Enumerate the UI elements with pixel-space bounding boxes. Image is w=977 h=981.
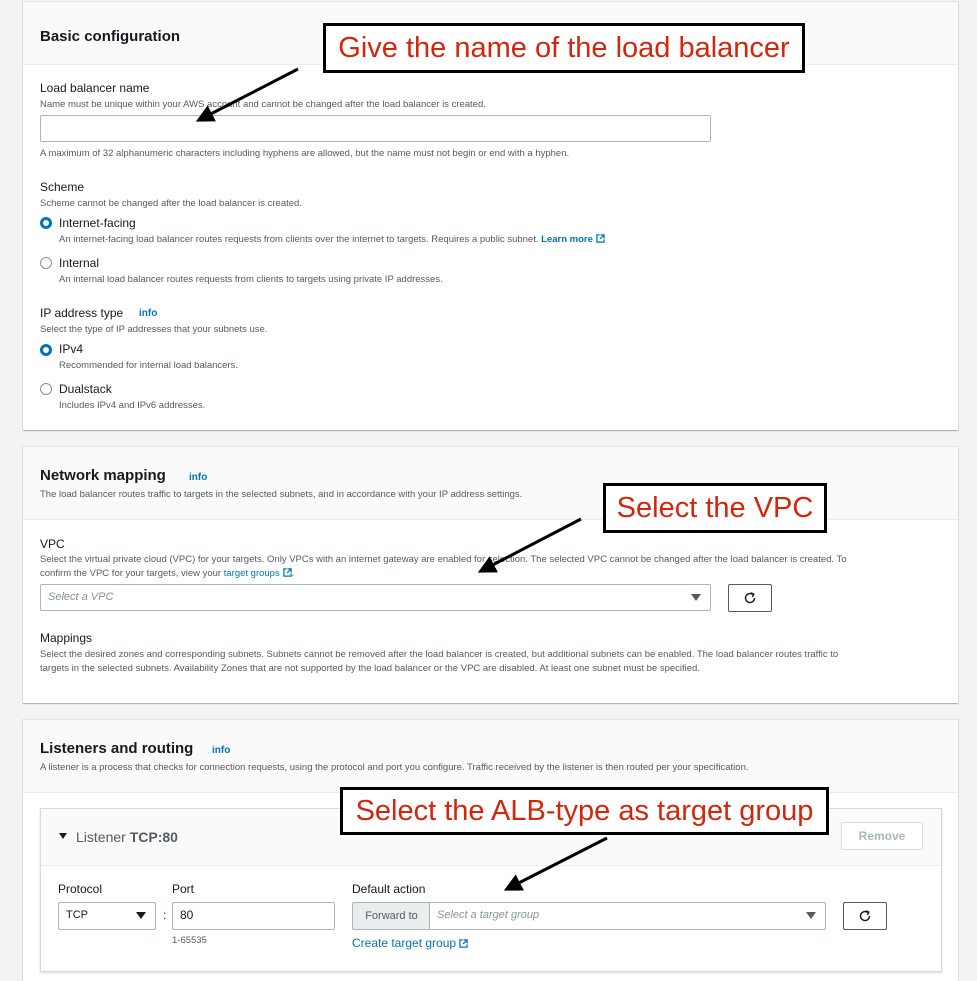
arrow-to-vpc-select [477, 517, 582, 573]
arrow-icon [195, 67, 608, 891]
arrow-to-target-group-select [503, 836, 608, 891]
arrow-to-name-input [195, 67, 299, 122]
